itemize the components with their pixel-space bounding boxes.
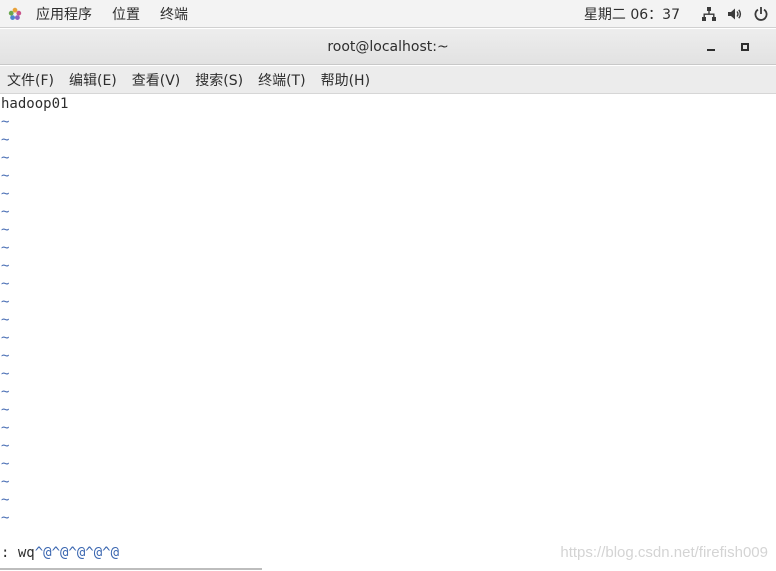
watermark: https://blog.csdn.net/firefish009 (560, 544, 768, 561)
terminal-menubar: 文件(F) 编辑(E) 查看(V) 搜索(S) 终端(T) 帮助(H) (0, 66, 776, 94)
tilde-line: ~ (1, 132, 10, 148)
menu-terminal[interactable]: 终端 (150, 4, 198, 24)
tilde-line: ~ (1, 276, 10, 292)
tilde-line: ~ (1, 114, 10, 130)
tilde-line: ~ (1, 204, 10, 220)
tilde-line: ~ (1, 186, 10, 202)
menu-file[interactable]: 文件(F) (0, 70, 62, 90)
tilde-line: ~ (1, 330, 10, 346)
tilde-line: ~ (1, 474, 10, 490)
tilde-line: ~ (1, 222, 10, 238)
tilde-line: ~ (1, 294, 10, 310)
tilde-line: ~ (1, 438, 10, 454)
window-title: root@localhost:~ (327, 38, 449, 55)
command-text: : wq (1, 545, 35, 561)
terminal-area[interactable]: hadoop01 : wq^@^@^@^@^@ https://blog.csd… (0, 95, 776, 571)
menu-places[interactable]: 位置 (102, 4, 150, 24)
tilde-line: ~ (1, 384, 10, 400)
volume-icon[interactable] (724, 0, 746, 28)
menu-view[interactable]: 查看(V) (125, 70, 189, 90)
tilde-line: ~ (1, 258, 10, 274)
tilde-line: ~ (1, 150, 10, 166)
minimize-icon (707, 49, 715, 51)
maximize-button[interactable] (730, 29, 760, 65)
tilde-line: ~ (1, 420, 10, 436)
window-titlebar[interactable]: root@localhost:~ (0, 29, 776, 65)
tilde-line: ~ (1, 240, 10, 256)
horizontal-scrollbar[interactable] (0, 568, 262, 570)
tilde-line: ~ (1, 492, 10, 508)
tilde-line: ~ (1, 366, 10, 382)
applications-icon[interactable] (4, 0, 26, 28)
top-panel: 应用程序 位置 终端 星期二 06：37 (0, 0, 776, 28)
menu-terminal-settings[interactable]: 终端(T) (251, 70, 313, 90)
tilde-line: ~ (1, 348, 10, 364)
command-line[interactable]: : wq^@^@^@^@^@ (1, 544, 119, 562)
menu-applications[interactable]: 应用程序 (26, 4, 102, 24)
tilde-line: ~ (1, 402, 10, 418)
tilde-line: ~ (1, 456, 10, 472)
maximize-icon (741, 43, 749, 51)
menu-search[interactable]: 搜索(S) (188, 70, 251, 90)
tilde-line: ~ (1, 510, 10, 526)
menu-help[interactable]: 帮助(H) (314, 70, 378, 90)
tilde-line: ~ (1, 168, 10, 184)
network-icon[interactable] (698, 0, 720, 28)
file-content-line: hadoop01 (1, 96, 69, 112)
power-icon[interactable] (750, 0, 772, 28)
clock[interactable]: 星期二 06：37 (584, 4, 680, 24)
menu-edit[interactable]: 编辑(E) (62, 70, 125, 90)
tilde-line: ~ (1, 312, 10, 328)
minimize-button[interactable] (696, 29, 726, 65)
control-chars: ^@^@^@^@^@ (34, 545, 120, 561)
